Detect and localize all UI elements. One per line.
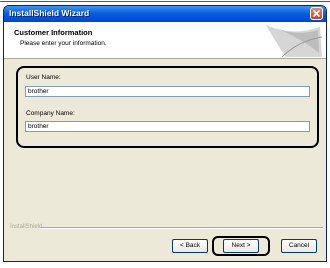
wizard-header: Customer Information Please enter your i… (4, 22, 326, 59)
company-name-label: Company Name: (26, 110, 75, 117)
top-border-line (0, 1, 330, 2)
installshield-brand-label: InstallShield (10, 224, 43, 230)
next-button-highlight (212, 236, 270, 256)
installshield-wizard-window: InstallShield Wizard Customer Informatio… (3, 5, 327, 262)
window-title: InstallShield Wizard (9, 8, 90, 18)
company-name-input[interactable]: brother (25, 121, 310, 132)
close-icon (313, 10, 320, 17)
user-name-input[interactable]: brother (25, 86, 310, 97)
back-button[interactable]: < Back (172, 239, 208, 253)
footer-divider (40, 227, 323, 229)
close-button[interactable] (310, 7, 323, 20)
wizard-header-graphic (266, 25, 323, 57)
user-name-label: User Name: (26, 74, 61, 81)
page-subtitle: Please enter your information. (20, 40, 107, 47)
title-bar[interactable]: InstallShield Wizard (4, 6, 326, 22)
customer-info-group: User Name: brother Company Name: brother (16, 66, 319, 148)
page-title: Customer Information (14, 28, 93, 37)
cancel-button[interactable]: Cancel (281, 239, 317, 253)
